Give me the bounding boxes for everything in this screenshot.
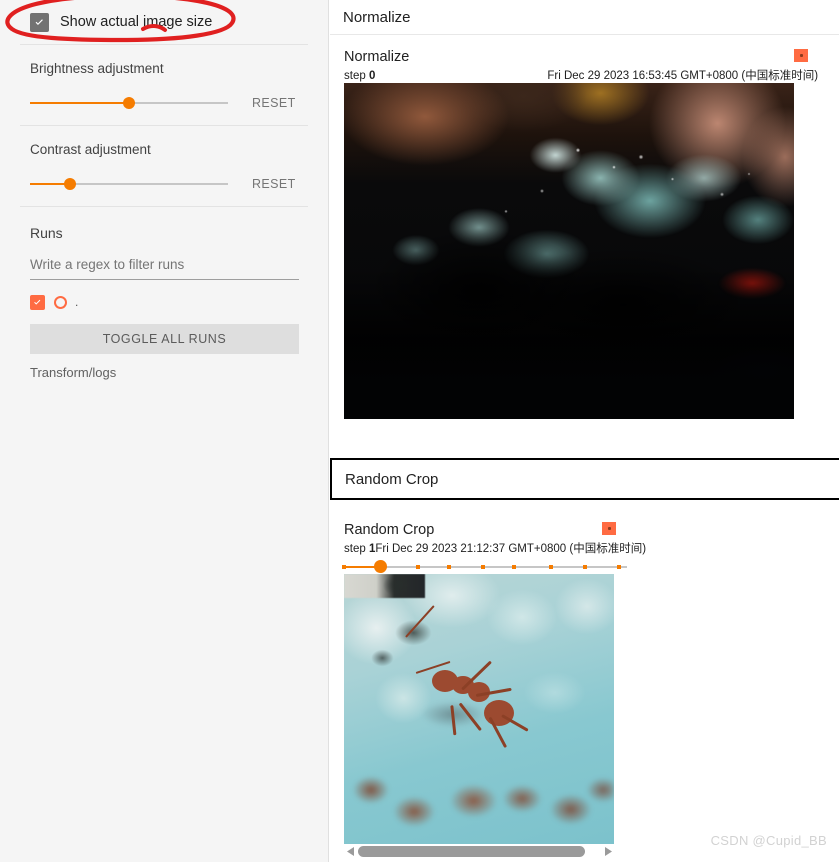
brightness-reset-button[interactable]: RESET	[252, 96, 296, 110]
brightness-title: Brightness adjustment	[30, 61, 164, 76]
photo1-dark-vignette-layer	[344, 83, 794, 419]
csdn-watermark: CSDN @Cupid_BB	[710, 833, 827, 848]
run-list-item[interactable]: .	[30, 291, 298, 313]
random-crop-step-label: step 1	[344, 543, 376, 555]
normalize-meta-row: step 0 Fri Dec 29 2023 16:53:45 GMT+0800…	[344, 67, 839, 83]
images-panel: Normalize Normalize step 0 Fri Dec 29 20…	[330, 0, 839, 862]
run-color-circle-icon	[54, 295, 67, 309]
photo2-blurred-ants-layer	[344, 736, 614, 844]
contrast-slider[interactable]	[30, 176, 228, 192]
contrast-reset-button[interactable]: RESET	[252, 177, 296, 191]
random-crop-image[interactable]	[344, 574, 614, 844]
show-actual-image-size-row[interactable]: Show actual image size	[0, 0, 328, 44]
step-slider-tick	[548, 565, 553, 569]
brightness-section: Brightness adjustment RESET	[0, 45, 328, 125]
contrast-slider-row: RESET	[30, 176, 298, 192]
scroll-left-arrow-icon[interactable]	[344, 844, 357, 859]
random-crop-horizontal-scrollbar[interactable]	[344, 844, 614, 859]
step-slider-tick	[616, 565, 621, 569]
step-slider-tick	[415, 565, 420, 569]
random-crop-title: Random Crop	[344, 522, 435, 538]
normalize-card-header[interactable]: Normalize	[330, 0, 839, 35]
normalize-timestamp: Fri Dec 29 2023 16:53:45 GMT+0800 (中国标准时…	[547, 70, 819, 82]
run-checkbox-checked-icon[interactable]	[30, 294, 45, 310]
contrast-title: Contrast adjustment	[30, 142, 151, 157]
toggle-all-runs-button[interactable]: TOGGLE ALL RUNS	[30, 324, 299, 354]
brightness-slider[interactable]	[30, 95, 228, 111]
random-crop-card-header[interactable]: Random Crop	[330, 458, 839, 500]
show-actual-image-size-label: Show actual image size	[60, 14, 213, 30]
brightness-slider-row: RESET	[30, 95, 298, 111]
normalize-title: Normalize	[344, 49, 410, 65]
contrast-section: Contrast adjustment RESET	[0, 126, 328, 206]
step-slider-tick	[446, 565, 451, 569]
scroll-right-arrow-icon[interactable]	[601, 844, 614, 859]
normalize-image[interactable]	[344, 83, 794, 419]
normalize-run-color-badge[interactable]	[794, 49, 808, 62]
step-slider-tick	[511, 565, 516, 569]
app-root: Show actual image size Brightness adjust…	[0, 0, 839, 862]
settings-sidebar: Show actual image size Brightness adjust…	[0, 0, 329, 862]
scrollbar-thumb[interactable]	[358, 846, 586, 857]
random-crop-run-color-badge[interactable]	[602, 522, 616, 535]
step-slider-tick	[342, 565, 346, 569]
checkbox-checked-icon[interactable]	[30, 12, 49, 32]
transform-logs-label: Transform/logs	[30, 365, 117, 380]
runs-regex-filter-input[interactable]	[30, 255, 299, 280]
normalize-step-value: 0	[368, 70, 376, 82]
scrollbar-track[interactable]	[358, 846, 600, 857]
runs-title: Runs	[30, 225, 63, 241]
brightness-track-fill	[30, 102, 129, 104]
runs-section: Runs . TOGGLE ALL RUNS Transform/logs	[0, 207, 328, 380]
run-name-label: .	[75, 295, 79, 309]
contrast-slider-thumb[interactable]	[63, 178, 76, 190]
normalize-image-card: Normalize step 0 Fri Dec 29 2023 16:53:4…	[330, 35, 839, 419]
step-slider-tick	[582, 565, 587, 569]
random-crop-timestamp: Fri Dec 29 2023 21:12:37 GMT+0800 (中国标准时…	[375, 543, 647, 555]
step-slider-tick	[378, 565, 383, 569]
brightness-slider-thumb[interactable]	[123, 97, 135, 109]
normalize-step-label: step 0	[344, 70, 376, 82]
random-crop-meta-row: step 1 Fri Dec 29 2023 21:12:37 GMT+0800…	[344, 540, 646, 556]
step-slider-tick	[480, 565, 485, 569]
random-crop-image-card: Random Crop step 1 Fri Dec 29 2023 21:12…	[330, 508, 646, 859]
random-crop-step-slider[interactable]	[342, 560, 627, 574]
